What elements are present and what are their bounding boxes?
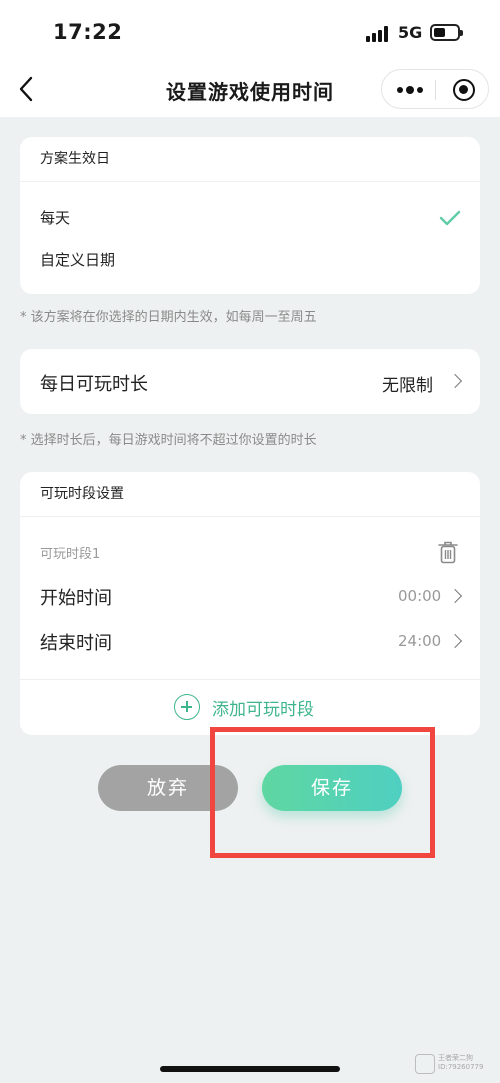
close-capsule-icon[interactable]	[453, 79, 475, 101]
effective-day-card: 方案生效日 每天 自定义日期	[20, 137, 480, 294]
watermark-logo-icon	[415, 1054, 435, 1074]
daily-duration-label: 每日可玩时长	[40, 374, 148, 395]
periods-header: 可玩时段设置	[20, 472, 480, 517]
option-custom-date[interactable]: 自定义日期	[40, 249, 115, 270]
battery-icon	[430, 24, 463, 41]
end-time-label: 结束时间	[40, 633, 112, 654]
mini-program-capsule	[381, 69, 489, 109]
effective-day-header: 方案生效日	[20, 137, 480, 182]
periods-card: 可玩时段设置 可玩时段1 开始时间 00:00 结束时间 24:00 添加可玩时…	[20, 472, 480, 735]
highlight-box	[210, 727, 435, 858]
network-type: 5G	[398, 23, 423, 42]
duration-note: * 选择时长后，每日游戏时间将不超过你设置的时长	[20, 433, 317, 448]
chevron-right-icon	[450, 633, 460, 649]
start-time-value: 00:00	[398, 587, 442, 605]
watermark-text: 王者荣二狗 ID:79260779	[438, 1054, 484, 1071]
start-time-label: 开始时间	[40, 588, 112, 609]
more-dots-icon[interactable]	[397, 86, 423, 94]
home-indicator	[160, 1066, 340, 1072]
chevron-right-icon	[450, 588, 460, 604]
effective-note: * 该方案将在你选择的日期内生效，如每周一至周五	[20, 310, 317, 325]
status-time: 17:22	[53, 20, 123, 44]
chevron-right-icon	[450, 373, 460, 389]
daily-duration-row[interactable]: 每日可玩时长 无限制	[20, 349, 480, 414]
top-bar: 17:22 5G 设置游戏使用时间	[0, 0, 500, 117]
end-time-value: 24:00	[398, 632, 442, 650]
trash-icon[interactable]	[438, 540, 458, 564]
plus-circle-icon	[174, 694, 200, 720]
option-everyday[interactable]: 每天	[40, 207, 70, 228]
daily-duration-value: 无限制	[382, 376, 433, 396]
period-title: 可玩时段1	[40, 547, 101, 562]
checkmark-icon	[439, 210, 461, 226]
signal-icon	[366, 26, 390, 42]
add-period-label: 添加可玩时段	[212, 700, 314, 720]
